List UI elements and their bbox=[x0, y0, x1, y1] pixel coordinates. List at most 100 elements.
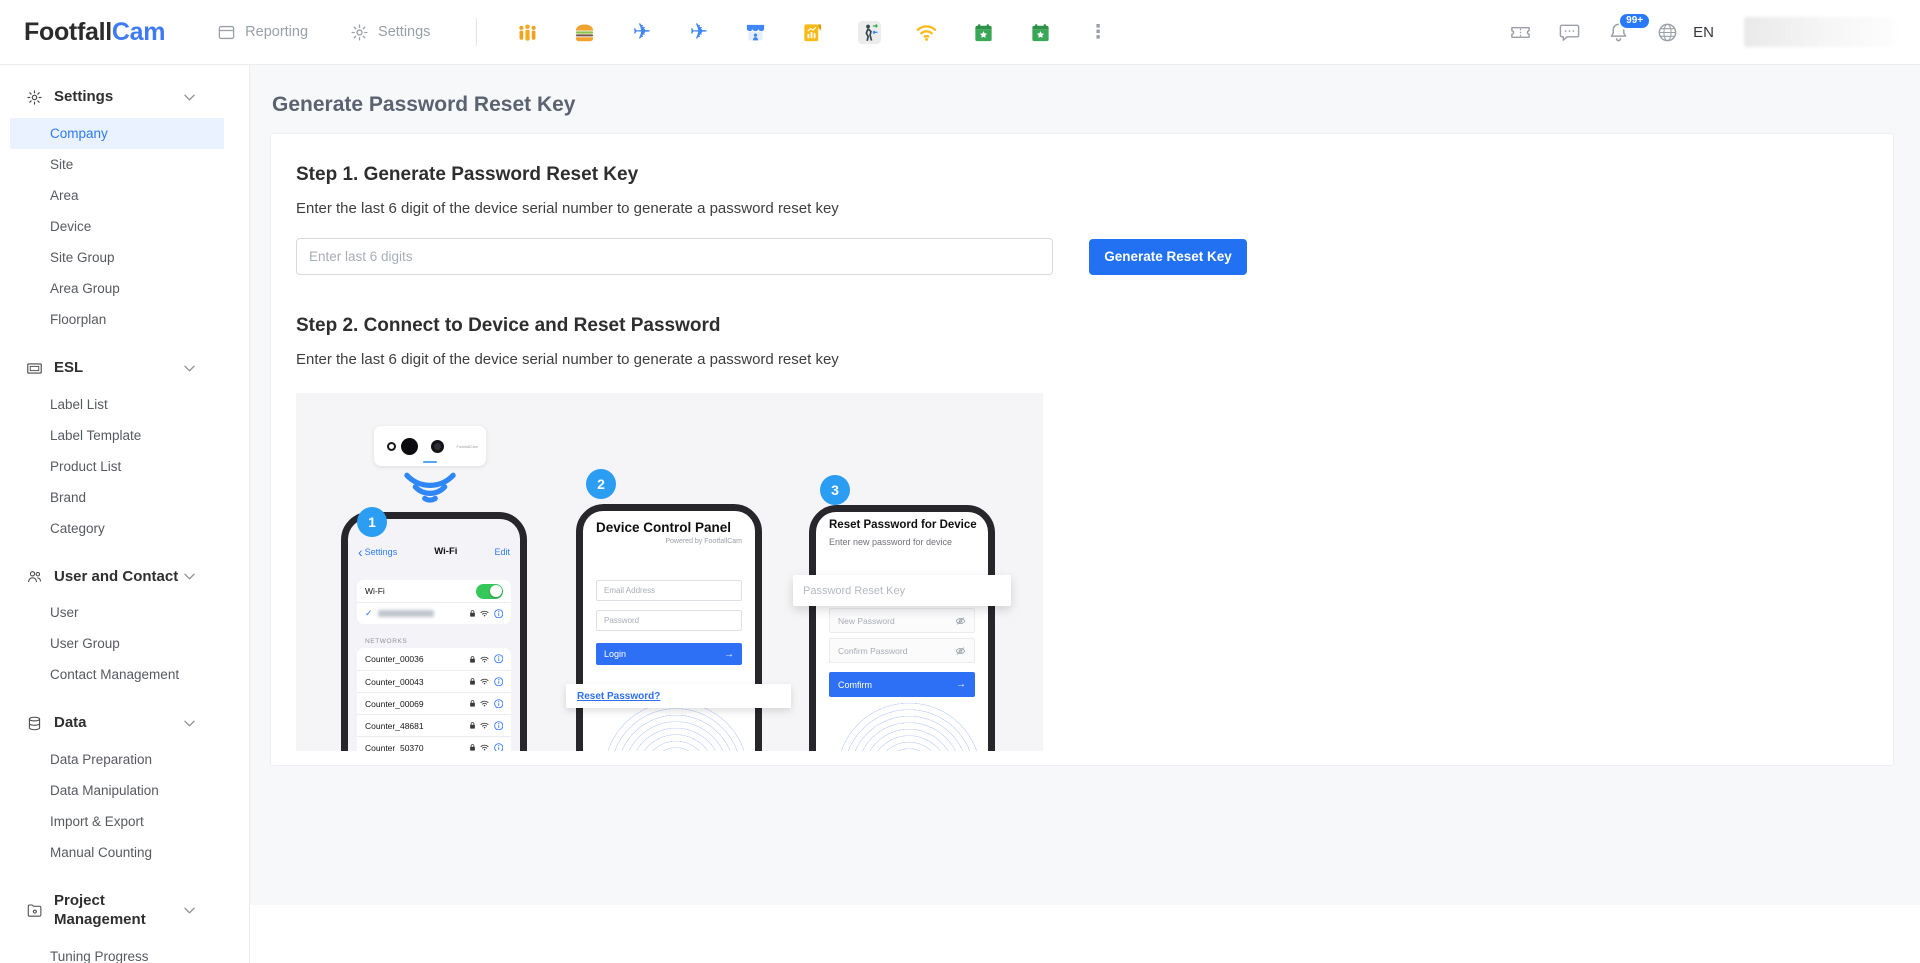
walking-person-icon[interactable] bbox=[857, 20, 882, 45]
sidebar-item-label-template[interactable]: Label Template bbox=[10, 420, 224, 451]
lock-icon bbox=[469, 655, 476, 664]
page-title: Generate Password Reset Key bbox=[272, 93, 1894, 117]
sidebar: Settings Company Site Area Device Site G… bbox=[0, 65, 250, 963]
sidebar-header-data[interactable]: Data bbox=[0, 705, 249, 742]
confirm-password-placeholder: Confirm Password bbox=[838, 646, 907, 656]
reset-password-title: Reset Password for Device bbox=[829, 519, 977, 531]
sidebar-item-tuning-progress[interactable]: Tuning Progress bbox=[10, 941, 224, 963]
burger-icon[interactable] bbox=[572, 20, 597, 45]
logo-part1: Footfall bbox=[24, 18, 112, 46]
sidebar-item-category[interactable]: Category bbox=[10, 513, 224, 544]
reporting-icon bbox=[217, 23, 236, 42]
sidebar-item-site[interactable]: Site bbox=[10, 149, 224, 180]
wifi-signal-icon bbox=[480, 722, 489, 729]
sidebar-item-data-preparation[interactable]: Data Preparation bbox=[10, 744, 224, 775]
chat-icon[interactable] bbox=[1558, 21, 1581, 44]
device-lens-icon bbox=[387, 442, 396, 451]
wifi-signal-icon bbox=[480, 700, 489, 707]
sidebar-item-brand[interactable]: Brand bbox=[10, 482, 224, 513]
sidebar-item-area-group[interactable]: Area Group bbox=[10, 273, 224, 304]
step1-title: Step 1. Generate Password Reset Key bbox=[296, 164, 1868, 186]
nav-reporting[interactable]: Reporting bbox=[217, 23, 308, 42]
step2-subtitle: Enter the last 6 digit of the device ser… bbox=[296, 351, 1868, 368]
top-bar: FootfallCam Reporting Settings bbox=[0, 0, 1920, 65]
chevron-down-icon bbox=[184, 720, 195, 727]
password-field-illustration: Password bbox=[596, 610, 742, 631]
more-options-icon[interactable] bbox=[1085, 20, 1110, 45]
lock-icon bbox=[469, 721, 476, 730]
reset-password-callout: Reset Password? bbox=[566, 684, 791, 708]
airplane-icon[interactable] bbox=[629, 20, 654, 45]
control-panel-title: Device Control Panel bbox=[596, 520, 742, 535]
wifi-toggle-label: Wi-Fi bbox=[365, 586, 385, 596]
serial-digits-input[interactable] bbox=[296, 238, 1053, 275]
sidebar-item-data-manipulation[interactable]: Data Manipulation bbox=[10, 775, 224, 806]
sidebar-item-floorplan[interactable]: Floorplan bbox=[10, 304, 224, 335]
nav-settings[interactable]: Settings bbox=[350, 23, 430, 42]
sidebar-item-contact-management[interactable]: Contact Management bbox=[10, 659, 224, 690]
email-field-illustration: Email Address bbox=[596, 580, 742, 601]
footfallcam-device-illustration: FootfallCam bbox=[374, 426, 486, 466]
language-selector[interactable]: EN bbox=[1693, 24, 1714, 41]
wifi-icon[interactable] bbox=[914, 20, 939, 45]
footfallcam-logo[interactable]: FootfallCam bbox=[24, 18, 165, 47]
database-icon bbox=[26, 715, 43, 732]
store-icon[interactable] bbox=[743, 20, 768, 45]
chevron-down-icon bbox=[184, 94, 195, 101]
airplane-icon[interactable] bbox=[686, 20, 711, 45]
device-lens-icon bbox=[431, 440, 444, 453]
reset-instructions-illustration: FootfallCam 1 2 3 Settings Wi-Fi bbox=[296, 393, 1043, 751]
confirm-password-field-illustration: Confirm Password bbox=[829, 638, 975, 663]
device-brand-label: FootfallCam bbox=[456, 444, 478, 449]
sidebar-item-user-group[interactable]: User Group bbox=[10, 628, 224, 659]
lock-icon bbox=[469, 677, 476, 686]
ticket-icon[interactable] bbox=[1509, 21, 1532, 44]
calendar-star-icon[interactable] bbox=[971, 20, 996, 45]
sidebar-header-esl[interactable]: ESL bbox=[0, 350, 249, 387]
chart-icon[interactable] bbox=[800, 20, 825, 45]
sidebar-header-user-contact[interactable]: User and Contact bbox=[0, 559, 249, 596]
section-label: Project Management bbox=[54, 892, 184, 930]
chevron-down-icon bbox=[184, 573, 195, 580]
lock-icon bbox=[469, 699, 476, 708]
step-badge-1: 1 bbox=[357, 507, 387, 537]
sidebar-header-project-management[interactable]: Project Management bbox=[0, 883, 249, 939]
sidebar-item-import-export[interactable]: Import & Export bbox=[10, 806, 224, 837]
sidebar-item-device[interactable]: Device bbox=[10, 211, 224, 242]
calendar-star-icon[interactable] bbox=[1028, 20, 1053, 45]
sidebar-item-label-list[interactable]: Label List bbox=[10, 389, 224, 420]
sidebar-section-esl: ESL Label List Label Template Product Li… bbox=[0, 350, 249, 550]
people-icon[interactable] bbox=[515, 20, 540, 45]
sidebar-item-product-list[interactable]: Product List bbox=[10, 451, 224, 482]
main-content: Generate Password Reset Key Step 1. Gene… bbox=[250, 65, 1920, 963]
sidebar-item-site-group[interactable]: Site Group bbox=[10, 242, 224, 273]
user-account-blurred[interactable] bbox=[1744, 17, 1896, 47]
globe-icon[interactable] bbox=[1656, 21, 1679, 44]
folder-gear-icon bbox=[26, 902, 43, 919]
network-name: Counter_00069 bbox=[365, 699, 424, 709]
info-icon bbox=[494, 699, 504, 709]
nav-reporting-label: Reporting bbox=[245, 24, 308, 40]
sidebar-item-manual-counting[interactable]: Manual Counting bbox=[10, 837, 224, 868]
device-led-bar bbox=[423, 461, 437, 463]
sidebar-header-settings[interactable]: Settings bbox=[0, 79, 249, 116]
network-name: Counter_00036 bbox=[365, 654, 424, 664]
sidebar-item-user[interactable]: User bbox=[10, 597, 224, 628]
reset-password-subtitle: Enter new password for device bbox=[829, 537, 952, 547]
chevron-down-icon bbox=[184, 907, 195, 914]
sidebar-item-area[interactable]: Area bbox=[10, 180, 224, 211]
header-divider bbox=[476, 18, 477, 46]
logo-part2: Cam bbox=[112, 18, 165, 46]
wifi-signal-icon bbox=[480, 656, 489, 663]
lock-icon bbox=[469, 743, 476, 751]
section-label: Data bbox=[54, 714, 184, 733]
powered-by-label: Powered by FootfallCam bbox=[665, 538, 742, 545]
generate-reset-key-button[interactable]: Generate Reset Key bbox=[1089, 239, 1247, 275]
nav-settings-label: Settings bbox=[378, 24, 430, 40]
sidebar-item-company[interactable]: Company bbox=[10, 118, 224, 149]
step2-title: Step 2. Connect to Device and Reset Pass… bbox=[296, 315, 1868, 337]
section-label: Settings bbox=[54, 88, 184, 107]
bell-icon[interactable]: 99+ bbox=[1607, 21, 1630, 44]
phone-device-control-panel: Device Control Panel Powered by Footfall… bbox=[576, 504, 762, 751]
check-icon bbox=[365, 608, 373, 619]
